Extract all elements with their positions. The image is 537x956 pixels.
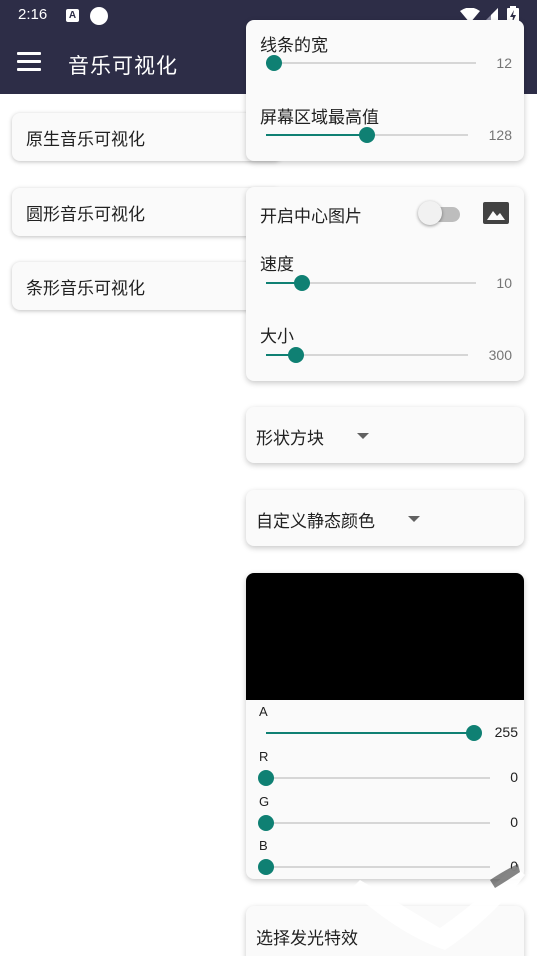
blue-slider[interactable] [258,859,490,875]
menu-item-native-visualizer[interactable]: 原生音乐可视化 [12,113,282,161]
slider-thumb[interactable] [266,55,283,71]
speed-label: 速度 [260,255,294,275]
glow-effect-selector[interactable]: 选择发光特效 [246,906,524,956]
size-label: 大小 [260,327,294,347]
speed-slider[interactable] [266,275,476,291]
menu-item-circle-visualizer[interactable]: 圆形音乐可视化 [12,188,282,236]
green-slider[interactable] [258,815,490,831]
color-mode-dropdown-value: 自定义静态颜色 [256,512,375,532]
status-time: 2:16 [18,6,48,23]
red-value: 0 [510,769,518,785]
red-label: R [259,749,269,764]
screen-max-slider[interactable] [266,127,468,143]
page-title: 音乐可视化 [68,54,178,78]
chevron-down-icon [357,433,369,439]
alpha-slider[interactable] [266,725,482,741]
hamburger-menu-icon[interactable] [17,52,41,72]
shape-dropdown-value: 形状方块 [256,429,324,449]
blue-label: B [259,838,268,853]
green-label: G [259,794,270,809]
shape-dropdown[interactable]: 形状方块 [246,407,524,463]
screen-max-label: 屏幕区域最高值 [260,108,379,128]
speed-value: 10 [496,275,512,291]
line-settings-panel: 线条的宽 12 屏幕区域最高值 128 [246,20,524,161]
center-image-toggle-label: 开启中心图片 [260,207,362,227]
screen-max-value: 128 [488,127,512,143]
line-width-label: 线条的宽 [260,36,328,56]
notification-a-icon: A [66,9,79,22]
chevron-down-icon [408,516,420,522]
line-width-slider[interactable] [266,55,476,71]
menu-item-label: 圆形音乐可视化 [26,205,145,225]
menu-item-label: 条形音乐可视化 [26,279,145,299]
alpha-label: A [259,704,268,719]
alpha-value: 255 [494,724,518,740]
size-slider[interactable] [266,347,468,363]
slider-thumb[interactable] [293,275,310,291]
center-image-panel: 开启中心图片 速度 10 大小 300 [246,187,524,381]
color-picker: A 255 R 0 G 0 B 0 [246,573,524,879]
size-value: 300 [488,347,512,363]
color-mode-dropdown[interactable]: 自定义静态颜色 [246,490,524,546]
slider-thumb[interactable] [258,815,274,831]
slider-thumb[interactable] [288,347,305,363]
toggle-thumb[interactable] [418,201,442,225]
blue-value: 0 [510,858,518,874]
slider-thumb[interactable] [258,859,274,875]
slider-thumb[interactable] [359,127,375,143]
color-preview-swatch [246,573,524,700]
notification-circle-icon [90,7,108,25]
slider-thumb[interactable] [466,725,482,741]
menu-item-label: 原生音乐可视化 [26,130,145,150]
glow-effect-label: 选择发光特效 [256,929,358,949]
green-value: 0 [510,814,518,830]
menu-item-bar-visualizer[interactable]: 条形音乐可视化 [12,262,282,310]
line-width-value: 12 [496,55,512,71]
red-slider[interactable] [258,770,490,786]
slider-thumb[interactable] [258,770,274,786]
image-icon[interactable] [483,202,509,224]
